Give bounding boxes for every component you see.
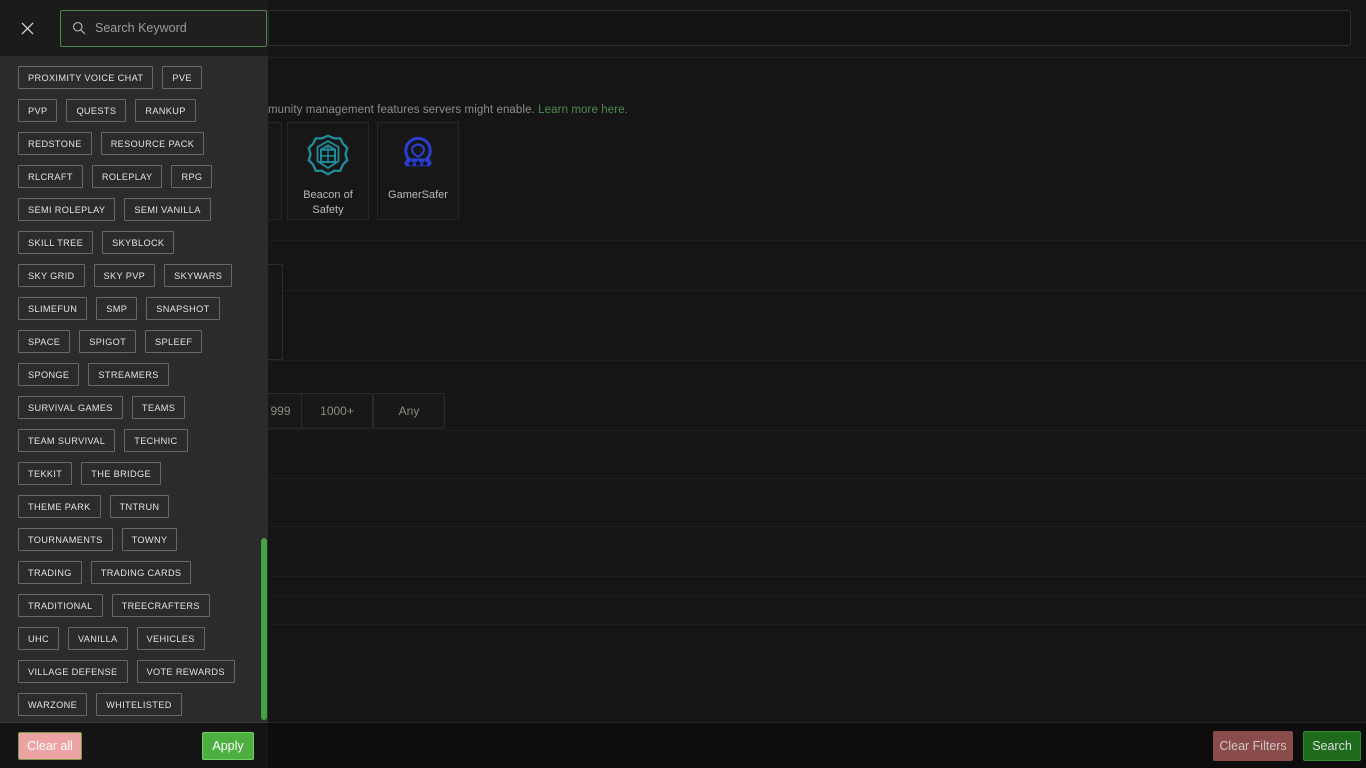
section-divider xyxy=(268,240,1366,241)
safety-notice-text: munity management features servers might… xyxy=(268,104,628,116)
tag-chip[interactable]: WHITELISTED xyxy=(96,693,182,716)
tag-chip[interactable]: RANKUP xyxy=(135,99,196,122)
clear-all-label: Clear all xyxy=(27,738,73,753)
player-count-label: 999 xyxy=(270,404,291,418)
learn-more-link[interactable]: Learn more here. xyxy=(538,104,628,116)
tag-chip[interactable]: RPG xyxy=(171,165,213,188)
tag-chip[interactable]: RESOURCE PACK xyxy=(100,132,205,155)
tag-chip[interactable]: QUESTS xyxy=(66,99,127,122)
apply-button[interactable]: Apply xyxy=(202,731,254,760)
tag-chip[interactable]: SPLEEF xyxy=(145,330,203,353)
tag-chip[interactable]: STREAMERS xyxy=(88,363,169,386)
tag-chip[interactable]: SEMI VANILLA xyxy=(124,198,211,221)
section-divider xyxy=(268,360,1366,361)
tag-chip[interactable]: TEKKIT xyxy=(18,462,73,485)
tag-chip[interactable]: SNAPSHOT xyxy=(146,297,220,320)
tag-chip[interactable]: VANILLA xyxy=(67,627,128,650)
tag-chip[interactable]: VILLAGE DEFENSE xyxy=(18,660,128,683)
search-icon xyxy=(71,20,87,36)
scrollbar-track[interactable] xyxy=(260,56,268,722)
tag-chip[interactable]: THE BRIDGE xyxy=(81,462,161,485)
section-divider xyxy=(268,478,1366,479)
beacon-of-safety-badge-icon xyxy=(307,134,349,181)
badge-label: Beacon of Safety xyxy=(303,189,353,216)
gamersafer-badge-icon xyxy=(397,134,439,181)
player-count-option-1000plus[interactable]: 1000+ xyxy=(301,393,373,429)
search-input[interactable] xyxy=(95,10,256,46)
drawer-header xyxy=(0,0,268,56)
clear-filters-label: Clear Filters xyxy=(1219,739,1287,753)
tag-chip[interactable]: SKILL TREE xyxy=(18,231,94,254)
tag-chip[interactable]: TRADITIONAL xyxy=(18,594,103,617)
safety-notice-label: munity management features servers might… xyxy=(268,104,535,116)
close-icon[interactable] xyxy=(14,15,40,41)
filter-drawer: PROXIMITY VOICE CHAT PVE PVP QUESTS RANKUP RE… xyxy=(0,0,268,768)
tag-chip[interactable]: VOTE REWARDS xyxy=(136,660,235,683)
section-divider xyxy=(268,624,1366,625)
apply-label: Apply xyxy=(212,738,244,753)
tag-chip[interactable]: VEHICLES xyxy=(136,627,205,650)
tag-chip[interactable]: REDSTONE xyxy=(18,132,92,155)
search-button[interactable]: Search xyxy=(1303,731,1361,761)
tag-list: PROXIMITY VOICE CHAT PVE PVP QUESTS RANKUP RE… xyxy=(18,66,248,722)
tag-chip[interactable]: TRADING xyxy=(18,561,82,584)
clear-all-button[interactable]: Clear all xyxy=(18,731,82,760)
search-button-label: Search xyxy=(1312,739,1352,753)
tag-chip[interactable]: SPIGOT xyxy=(79,330,137,353)
section-divider xyxy=(268,526,1366,527)
player-count-label: Any xyxy=(398,404,420,418)
drawer-footer: Clear all Apply xyxy=(0,722,268,768)
tag-chip[interactable]: TOURNAMENTS xyxy=(18,528,113,551)
tag-chip[interactable]: SKY GRID xyxy=(18,264,85,287)
page-search-bar[interactable] xyxy=(268,10,1351,46)
section-divider xyxy=(268,576,1366,577)
tag-chip[interactable]: SPONGE xyxy=(18,363,80,386)
tag-chip[interactable]: TREECRAFTERS xyxy=(111,594,210,617)
player-count-label: 1000+ xyxy=(320,404,354,418)
tag-chip[interactable]: WARZONE xyxy=(18,693,88,716)
badge-card-beacon-of-safety[interactable]: Beacon of Safety xyxy=(287,122,369,220)
keyword-search-field[interactable] xyxy=(60,9,267,47)
section-divider xyxy=(268,596,1366,597)
tag-chip[interactable]: THEME PARK xyxy=(18,495,101,518)
tag-chip[interactable]: PVE xyxy=(162,66,202,89)
tag-chip[interactable]: SKY PVP xyxy=(93,264,156,287)
section-divider xyxy=(268,290,1366,291)
clear-filters-button[interactable]: Clear Filters xyxy=(1213,731,1293,761)
scrollbar-thumb[interactable] xyxy=(261,538,267,720)
tag-chip[interactable]: TNTRUN xyxy=(109,495,170,518)
badge-card-gamersafer[interactable]: GamerSafer xyxy=(377,122,459,220)
tag-chip[interactable]: PVP xyxy=(18,99,58,122)
tag-chip[interactable]: RLCRAFT xyxy=(18,165,83,188)
tag-chip[interactable]: SEMI ROLEPLAY xyxy=(18,198,116,221)
tag-chip[interactable]: TECHNIC xyxy=(124,429,188,452)
tag-chip[interactable]: SLIMEFUN xyxy=(18,297,88,320)
tag-chip[interactable]: UHC xyxy=(18,627,59,650)
tag-chip[interactable]: SURVIVAL GAMES xyxy=(18,396,123,419)
tag-scroll-area[interactable]: PROXIMITY VOICE CHAT PVE PVP QUESTS RANKUP RE… xyxy=(0,56,268,722)
tag-chip[interactable]: PROXIMITY VOICE CHAT xyxy=(18,66,154,89)
tag-chip[interactable]: SKYWARS xyxy=(164,264,233,287)
section-divider xyxy=(268,430,1366,431)
tag-chip[interactable]: ROLEPLAY xyxy=(91,165,163,188)
tag-chip[interactable]: SMP xyxy=(96,297,138,320)
tag-chip[interactable]: TRADING CARDS xyxy=(90,561,192,584)
tag-chip[interactable]: TOWNY xyxy=(121,528,178,551)
tag-chip[interactable]: SKYBLOCK xyxy=(102,231,175,254)
header-divider xyxy=(268,57,1366,58)
player-count-option-any[interactable]: Any xyxy=(373,393,445,429)
badge-label: GamerSafer xyxy=(388,189,448,201)
tag-chip[interactable]: SPACE xyxy=(18,330,71,353)
tag-chip[interactable]: TEAM SURVIVAL xyxy=(18,429,116,452)
tag-chip[interactable]: TEAMS xyxy=(131,396,186,419)
